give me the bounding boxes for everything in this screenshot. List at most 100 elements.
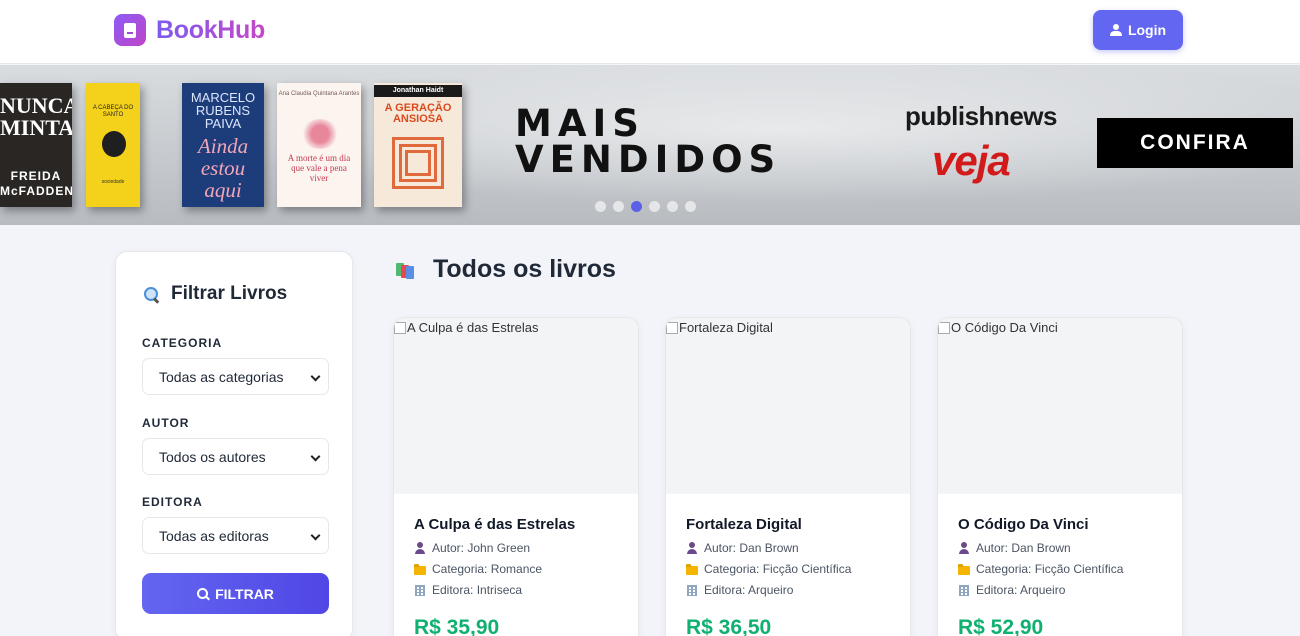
book-title[interactable]: Fortaleza Digital — [686, 516, 802, 533]
book-cover-image[interactable]: A Culpa é das Estrelas — [394, 318, 638, 494]
banner-book-author: sociedade — [101, 179, 125, 185]
book-publisher-text: Editora: Arqueiro — [976, 583, 1066, 597]
category-select-value: Todas as categorias — [159, 368, 284, 385]
folder-icon — [686, 563, 698, 575]
bestsellers-banner[interactable]: NUNCA MINTA FREIDA McFADDEN A CABEÇA DO … — [0, 65, 1300, 225]
book-price: R$ 52,90 — [958, 616, 1044, 636]
building-icon — [958, 584, 970, 596]
book-category-text: Categoria: Ficção Científica — [704, 562, 852, 576]
filter-title: Filtrar Livros — [143, 283, 287, 305]
book-publisher: Editora: Arqueiro — [686, 583, 793, 597]
broken-image-icon — [938, 321, 950, 334]
book-title[interactable]: O Código Da Vinci — [958, 516, 1089, 533]
broken-image-icon — [666, 321, 678, 334]
book-author: Autor: Dan Brown — [958, 541, 1071, 555]
book-price: R$ 35,90 — [414, 616, 500, 636]
banner-book-cover: A CABEÇA DO SANTO sociedade — [86, 83, 140, 207]
page-title-label: Todos os livros — [433, 255, 616, 283]
folder-icon — [958, 563, 970, 575]
top-navbar: BookHub Login — [0, 0, 1300, 64]
book-publisher-text: Editora: Intriseca — [432, 583, 523, 597]
book-category-text: Categoria: Romance — [432, 562, 543, 576]
banner-book-title: A GERAÇÃO ANSIOSA — [384, 102, 452, 125]
filter-button-label: FILTRAR — [215, 585, 274, 602]
publisher-select-value: Todas as editoras — [159, 527, 269, 544]
search-icon — [197, 587, 209, 600]
folder-icon — [414, 563, 426, 575]
chevron-down-icon — [310, 451, 321, 462]
publisher-label: EDITORA — [142, 495, 203, 509]
book-author-text: Autor: John Green — [432, 541, 531, 555]
banner-book-cover: Jonathan Haidt A GERAÇÃO ANSIOSA — [374, 83, 462, 207]
banner-book-cover: Ana Claudia Quintana Arantes A morte é u… — [277, 83, 361, 207]
banner-book-title: NUNCA MINTA — [0, 93, 72, 140]
confira-button[interactable]: CONFIRA — [1097, 118, 1293, 168]
brand-logo[interactable]: BookHub — [114, 14, 265, 46]
banner-headline: VENDIDOS — [515, 138, 782, 181]
carousel-dot[interactable] — [685, 201, 696, 212]
filter-sidebar: Filtrar Livros CATEGORIA Todas as catego… — [115, 251, 353, 636]
book-author-text: Autor: Dan Brown — [976, 541, 1071, 555]
broken-image-icon — [394, 321, 406, 334]
banner-book-cover: MARCELO RUBENS PAIVA Ainda estou aqui — [182, 83, 264, 207]
banner-book-title: A morte é um dia que vale a pena viver — [287, 153, 351, 183]
user-icon — [1109, 24, 1122, 36]
book-cover-image[interactable]: O Código Da Vinci — [938, 318, 1182, 494]
page-title: Todos os livros — [396, 255, 616, 284]
chevron-down-icon — [310, 530, 321, 541]
book-author: Autor: John Green — [414, 541, 530, 555]
banner-book-author: MARCELO RUBENS PAIVA — [190, 90, 256, 131]
login-label: Login — [1127, 22, 1167, 38]
book-category: Categoria: Ficção Científica — [958, 562, 1123, 576]
author-icon — [686, 542, 698, 554]
category-label: CATEGORIA — [142, 336, 223, 350]
magnifier-icon — [143, 286, 159, 302]
brand-name: BookHub — [156, 15, 265, 44]
carousel-dot[interactable] — [613, 201, 624, 212]
carousel-dot[interactable] — [649, 201, 660, 212]
book-publisher: Editora: Arqueiro — [958, 583, 1065, 597]
book-price: R$ 36,50 — [686, 616, 772, 636]
author-select[interactable]: Todos os autores — [142, 438, 329, 475]
building-icon — [414, 584, 426, 596]
book-publisher-text: Editora: Arqueiro — [704, 583, 794, 597]
building-icon — [686, 584, 698, 596]
image-alt-text: A Culpa é das Estrelas — [407, 320, 539, 335]
publishnews-logo: publishnews — [905, 101, 1057, 131]
book-author: Autor: Dan Brown — [686, 541, 799, 555]
banner-book-author: Jonathan Haidt — [374, 85, 462, 97]
banner-book-author: Ana Claudia Quintana Arantes — [278, 91, 360, 97]
book-category: Categoria: Ficção Científica — [686, 562, 851, 576]
filter-title-label: Filtrar Livros — [171, 283, 288, 304]
login-button[interactable]: Login — [1093, 10, 1183, 50]
banner-book-author: FREIDA McFADDEN — [0, 169, 72, 198]
book-cover-image[interactable]: Fortaleza Digital — [666, 318, 910, 494]
veja-logo: veja — [932, 137, 1011, 184]
book-category: Categoria: Romance — [414, 562, 542, 576]
carousel-dot[interactable] — [667, 201, 678, 212]
banner-book-title: Ainda estou aqui — [197, 134, 249, 202]
carousel-dots — [595, 201, 696, 212]
books-icon — [396, 261, 415, 279]
author-label: AUTOR — [142, 416, 190, 430]
banner-book-title: A CABEÇA DO SANTO — [92, 105, 134, 118]
book-title[interactable]: A Culpa é das Estrelas — [414, 516, 575, 533]
author-icon — [414, 542, 426, 554]
book-card[interactable]: Fortaleza Digital Fortaleza Digital Auto… — [665, 317, 911, 636]
book-card[interactable]: O Código Da Vinci O Código Da Vinci Auto… — [937, 317, 1183, 636]
publisher-select[interactable]: Todas as editoras — [142, 517, 329, 554]
book-category-text: Categoria: Ficção Científica — [976, 562, 1124, 576]
author-select-value: Todos os autores — [159, 448, 266, 465]
carousel-dot[interactable] — [595, 201, 606, 212]
book-icon — [114, 14, 146, 46]
book-author-text: Autor: Dan Brown — [704, 541, 799, 555]
author-icon — [958, 542, 970, 554]
category-select[interactable]: Todas as categorias — [142, 358, 329, 395]
book-card[interactable]: A Culpa é das Estrelas A Culpa é das Est… — [393, 317, 639, 636]
filter-button[interactable]: FILTRAR — [142, 573, 329, 614]
banner-book-cover: NUNCA MINTA FREIDA McFADDEN — [0, 83, 72, 207]
image-alt-text: Fortaleza Digital — [679, 320, 773, 335]
image-alt-text: O Código Da Vinci — [951, 320, 1058, 335]
carousel-dot-active[interactable] — [631, 201, 642, 212]
book-publisher: Editora: Intriseca — [414, 583, 522, 597]
